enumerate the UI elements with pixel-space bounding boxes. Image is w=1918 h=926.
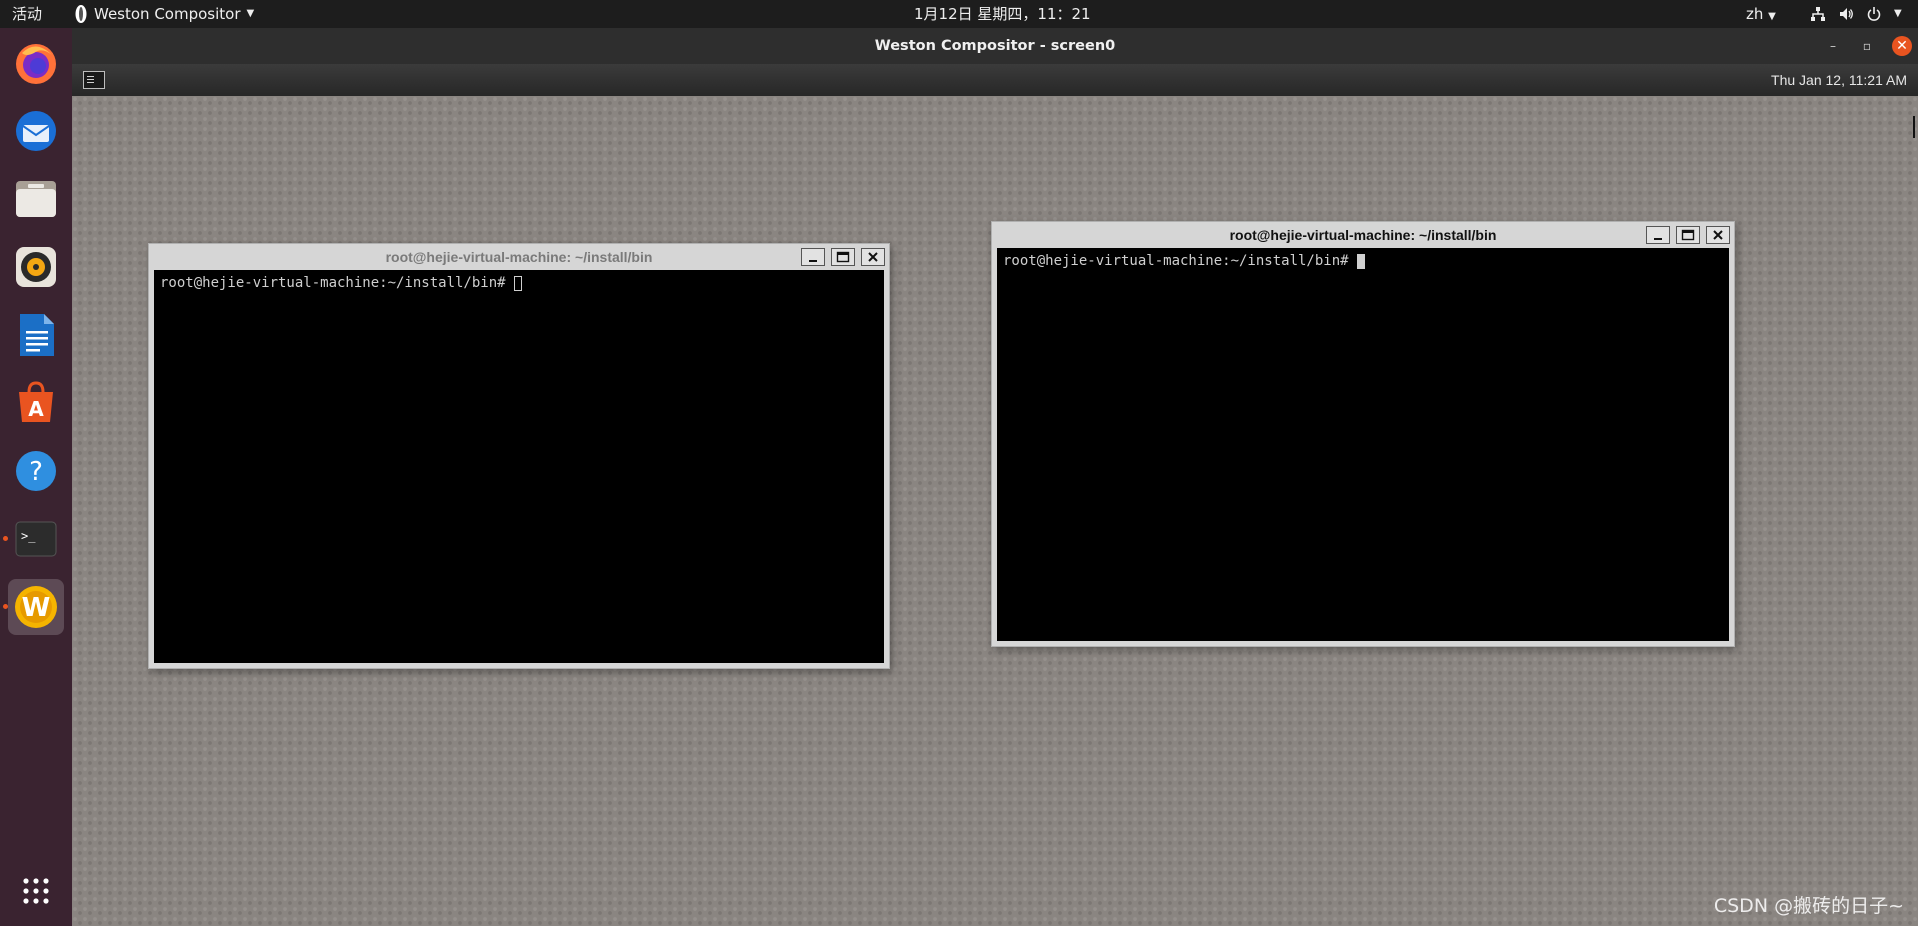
weston-app-icon xyxy=(75,5,87,23)
app-menu[interactable]: Weston Compositor ▼ xyxy=(74,0,254,28)
chevron-down-icon: ▼ xyxy=(246,8,255,19)
minimize-icon xyxy=(809,260,817,262)
maximize-button[interactable]: ▫ xyxy=(1858,37,1876,55)
files-icon xyxy=(16,181,56,217)
power-icon xyxy=(1867,7,1881,21)
dock-item-writer[interactable] xyxy=(8,307,64,363)
dock-item-files[interactable] xyxy=(8,171,64,227)
maximize-button[interactable] xyxy=(1676,226,1700,244)
chevron-down-icon: ▼ xyxy=(1768,11,1776,22)
minimize-button[interactable]: – xyxy=(1824,37,1842,55)
network-icon xyxy=(1811,7,1825,21)
rhythmbox-icon xyxy=(16,247,56,287)
dock-item-software[interactable]: A xyxy=(8,375,64,431)
input-method-label: zh xyxy=(1746,5,1764,23)
minimize-button[interactable] xyxy=(1646,226,1670,244)
panel-clock: Thu Jan 12, 11:21 AM xyxy=(1771,72,1907,88)
system-tray[interactable]: ▼ xyxy=(1810,0,1902,28)
dock-item-terminal[interactable]: >_ xyxy=(8,511,64,567)
weston-icon: W xyxy=(15,586,57,628)
dock-item-help[interactable]: ? xyxy=(8,443,64,499)
weston-panel: Thu Jan 12, 11:21 AM xyxy=(72,64,1918,96)
weston-window-titlebar[interactable]: Weston Compositor - screen0 – ▫ ✕ xyxy=(72,28,1918,64)
watermark: CSDN @搬砖的日子~ xyxy=(1713,895,1904,917)
minimize-icon xyxy=(1654,238,1662,240)
maximize-icon xyxy=(836,251,850,263)
thunderbird-icon xyxy=(16,111,56,151)
shell-prompt: root@hejie-virtual-machine:~/install/bin… xyxy=(160,275,522,291)
terminal-titlebar[interactable]: root@hejie-virtual-machine: ~/install/bi… xyxy=(149,244,889,270)
writer-icon xyxy=(20,314,54,356)
terminal-screen[interactable]: root@hejie-virtual-machine:~/install/bin… xyxy=(997,248,1729,641)
shell-prompt: root@hejie-virtual-machine:~/install/bin… xyxy=(1003,253,1365,269)
terminal-window[interactable]: root@hejie-virtual-machine: ~/install/bi… xyxy=(991,221,1735,647)
maximize-icon xyxy=(1681,229,1695,241)
terminal-launcher-icon[interactable] xyxy=(83,71,105,89)
text-cursor xyxy=(513,275,522,291)
running-indicator xyxy=(3,536,8,541)
dock: A ? >_ W xyxy=(0,28,72,926)
activities-button[interactable]: 活动 xyxy=(12,0,42,28)
show-applications-button[interactable] xyxy=(8,863,64,919)
svg-text:>_: >_ xyxy=(21,529,36,543)
app-grid-icon xyxy=(23,878,49,904)
mouse-cursor xyxy=(1913,116,1918,138)
dock-item-rhythmbox[interactable] xyxy=(8,239,64,295)
dock-item-weston[interactable]: W xyxy=(8,579,64,635)
minimize-button[interactable] xyxy=(801,248,825,266)
close-button[interactable] xyxy=(1706,226,1730,244)
maximize-button[interactable] xyxy=(831,248,855,266)
terminal-titlebar[interactable]: root@hejie-virtual-machine: ~/install/bi… xyxy=(992,222,1734,248)
app-menu-label: Weston Compositor xyxy=(94,5,241,23)
prompt-text: root@hejie-virtual-machine:~/install/bin… xyxy=(1003,253,1349,269)
text-cursor xyxy=(1356,253,1365,269)
svg-text:?: ? xyxy=(29,457,43,487)
window-title: Weston Compositor - screen0 xyxy=(874,38,1116,54)
svg-text:A: A xyxy=(28,397,44,421)
close-button[interactable] xyxy=(861,248,885,266)
top-bar: 活动 Weston Compositor ▼ 1月12日 星期四，11：21 z… xyxy=(0,0,1918,28)
terminal-icon: >_ xyxy=(15,521,57,557)
close-button[interactable]: ✕ xyxy=(1892,36,1912,56)
chevron-down-icon: ▼ xyxy=(1894,8,1902,19)
close-icon xyxy=(1713,230,1723,240)
prompt-text: root@hejie-virtual-machine:~/install/bin… xyxy=(160,275,506,291)
running-indicator xyxy=(3,604,8,609)
close-icon xyxy=(868,252,878,262)
dock-item-firefox[interactable] xyxy=(8,35,64,91)
terminal-title: root@hejie-virtual-machine: ~/install/bi… xyxy=(1229,227,1497,243)
clock[interactable]: 1月12日 星期四，11：21 xyxy=(914,0,1091,28)
terminal-title: root@hejie-virtual-machine: ~/install/bi… xyxy=(385,249,653,265)
terminal-screen[interactable]: root@hejie-virtual-machine:~/install/bin… xyxy=(154,270,884,663)
terminal-window[interactable]: root@hejie-virtual-machine: ~/install/bi… xyxy=(148,243,890,669)
volume-icon xyxy=(1840,8,1853,20)
input-method-menu[interactable]: zh ▼ xyxy=(1746,0,1776,28)
help-icon: ? xyxy=(16,451,56,491)
dock-item-thunderbird[interactable] xyxy=(8,103,64,159)
software-icon: A xyxy=(19,381,53,422)
svg-text:W: W xyxy=(22,593,51,623)
firefox-icon xyxy=(16,44,56,84)
